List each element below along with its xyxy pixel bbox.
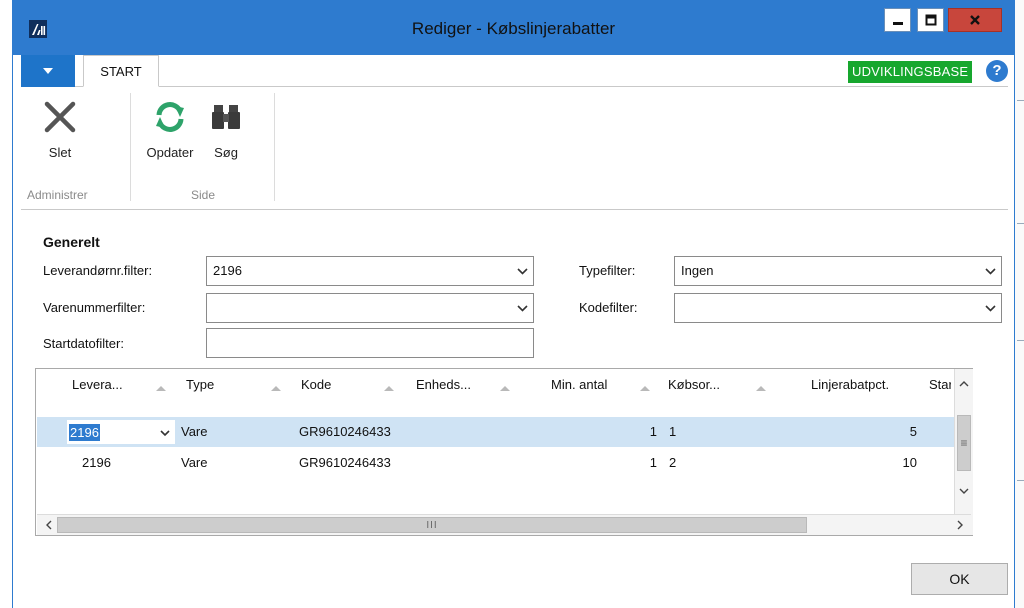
column-header-vendor[interactable]: Levera...: [72, 377, 123, 392]
help-icon[interactable]: ?: [986, 60, 1008, 82]
vendor-cell-editor[interactable]: 2196: [66, 419, 176, 445]
purchase-order-cell: 2: [669, 455, 677, 470]
min-qty-cell: 1: [649, 424, 657, 439]
refresh-button-label: Opdater: [146, 145, 194, 160]
type-filter-label: Typefilter:: [579, 263, 636, 278]
type-cell: Vare: [181, 424, 208, 439]
item-filter-dropdown[interactable]: [206, 293, 534, 323]
scroll-right-icon[interactable]: [951, 515, 969, 535]
start-date-filter-label: Startdatofilter:: [43, 336, 124, 351]
maximize-icon: [925, 14, 936, 26]
chevron-down-icon: [160, 430, 170, 437]
horizontal-scroll-thumb[interactable]: III: [57, 517, 807, 533]
refresh-icon: [143, 95, 197, 139]
delete-button-label: Slet: [48, 145, 72, 160]
vertical-scroll-thumb[interactable]: ≡: [957, 415, 971, 471]
background-tick: [1017, 340, 1024, 341]
purchase-order-cell: 1: [669, 424, 677, 439]
vertical-scrollbar[interactable]: ≡: [954, 369, 973, 535]
vendor-cell: 2196: [82, 455, 111, 470]
group-label-manage: Administrer: [27, 188, 88, 202]
maximize-button[interactable]: [917, 8, 944, 32]
column-header-start-date[interactable]: Startda: [929, 377, 951, 392]
vertical-thumb-grip: ≡: [960, 436, 968, 450]
delete-button[interactable]: Slet: [33, 95, 87, 160]
chevron-down-icon: [983, 257, 997, 285]
discount-pct-cell: 10: [902, 455, 917, 470]
sort-arrow-icon[interactable]: [384, 386, 394, 391]
refresh-button[interactable]: Opdater: [143, 95, 197, 160]
close-button[interactable]: [948, 8, 1002, 32]
background-tick: [1017, 223, 1024, 224]
min-qty-cell: 1: [649, 455, 657, 470]
scroll-down-icon[interactable]: [955, 481, 973, 501]
vendor-cell-value: 2196: [69, 424, 100, 441]
horizontal-scrollbar[interactable]: III: [37, 514, 971, 535]
environment-badge: UDVIKLINGSBASE: [848, 61, 973, 83]
chevron-down-icon: [515, 257, 529, 285]
binoculars-icon: [202, 95, 250, 139]
column-header-min-qty[interactable]: Min. antal: [551, 377, 607, 392]
minimize-icon: [892, 22, 903, 25]
ribbon-body: Slet Administrer Opdater Søg Side: [21, 87, 1008, 210]
vendor-filter-dropdown[interactable]: 2196: [206, 256, 534, 286]
background-tick: [1017, 100, 1024, 101]
group-label-page: Side: [191, 188, 216, 202]
chevron-down-icon: [515, 294, 529, 322]
start-date-filter-field[interactable]: [206, 328, 534, 358]
type-filter-dropdown[interactable]: Ingen: [674, 256, 1002, 286]
sort-arrow-icon[interactable]: [156, 386, 166, 391]
table-row[interactable]: 2196 Vare GR9610246433 1 1 5: [37, 417, 971, 447]
code-filter-label: Kodefilter:: [579, 300, 638, 315]
column-header-unit[interactable]: Enheds...: [416, 377, 471, 392]
column-header-type[interactable]: Type: [186, 377, 214, 392]
delete-x-icon: [33, 95, 87, 139]
sort-arrow-icon[interactable]: [500, 386, 510, 391]
column-header-discount-pct[interactable]: Linjerabatpct.: [811, 377, 889, 392]
dialog-window: Rediger - Købslinjerabatter START UDVIKL…: [12, 0, 1015, 608]
group-separator: [130, 93, 131, 201]
group-separator: [274, 93, 275, 201]
code-cell: GR9610246433: [299, 455, 391, 470]
minimize-button[interactable]: [884, 8, 911, 32]
sort-arrow-icon[interactable]: [756, 386, 766, 391]
code-cell: GR9610246433: [299, 424, 391, 439]
ok-button[interactable]: OK: [911, 563, 1008, 595]
discount-pct-cell: 5: [909, 424, 917, 439]
column-header-code[interactable]: Kode: [301, 377, 331, 392]
sort-arrow-icon[interactable]: [271, 386, 281, 391]
application-menu-button[interactable]: [21, 55, 75, 87]
tab-start[interactable]: START: [83, 55, 159, 87]
sort-arrow-icon[interactable]: [640, 386, 650, 391]
ribbon-tab-strip: START UDVIKLINGSBASE ?: [21, 55, 1008, 87]
code-filter-dropdown[interactable]: [674, 293, 1002, 323]
section-title-general: Generelt: [43, 234, 100, 250]
scroll-left-icon[interactable]: [39, 515, 57, 535]
type-cell: Vare: [181, 455, 208, 470]
item-filter-label: Varenummerfilter:: [43, 300, 146, 315]
chevron-down-icon: [983, 294, 997, 322]
find-button[interactable]: Søg: [202, 95, 250, 160]
title-bar[interactable]: Rediger - Købslinjerabatter: [13, 0, 1014, 55]
vendor-filter-value: 2196: [213, 263, 242, 278]
window-title: Rediger - Købslinjerabatter: [411, 19, 616, 38]
column-header-purchase-order[interactable]: Købsor...: [668, 377, 720, 392]
scroll-up-icon[interactable]: [955, 373, 973, 393]
table-row[interactable]: 2196 Vare GR9610246433 1 2 10: [37, 448, 971, 478]
vendor-filter-label: Leverandørnr.filter:: [43, 263, 153, 278]
dropdown-arrow-icon: [43, 68, 53, 74]
background-tick: [1017, 480, 1024, 481]
horizontal-thumb-grip: III: [426, 519, 438, 531]
close-icon: [970, 15, 980, 25]
discount-lines-grid: Levera... Type Kode Enheds... Min. antal…: [35, 368, 973, 536]
find-button-label: Søg: [214, 145, 238, 160]
type-filter-value: Ingen: [681, 263, 714, 278]
